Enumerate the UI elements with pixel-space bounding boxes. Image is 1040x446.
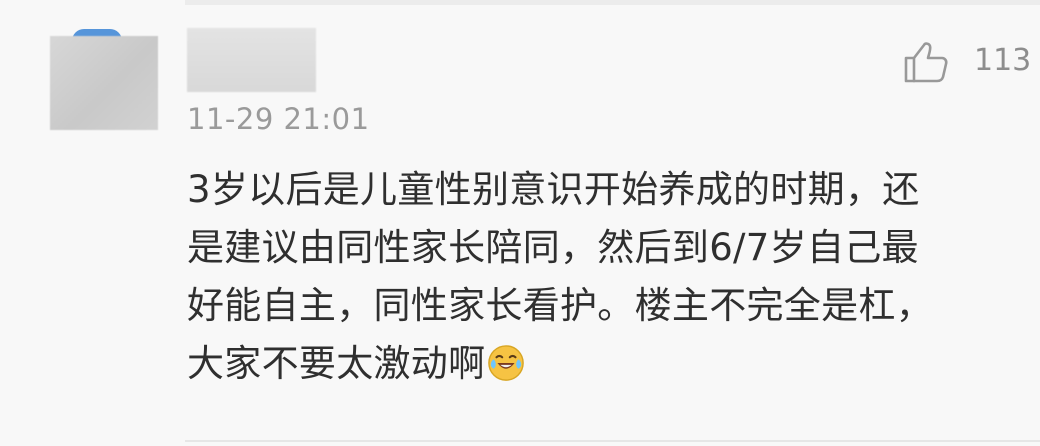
comment-line-1: 3岁以后是儿童性别意识开始养成的时期，还	[187, 168, 920, 211]
comment-body: 3岁以后是儿童性别意识开始养成的时期，还 是建议由同性家长陪同，然后到6/7岁自…	[187, 161, 1027, 393]
avatar[interactable]	[50, 36, 158, 130]
like-button[interactable]: 113	[902, 38, 1031, 86]
like-count: 113	[974, 43, 1032, 78]
comment-line-4: 大家不要太激动啊	[187, 335, 1027, 393]
comment-line-2: 是建议由同性家长陪同，然后到6/7岁自己最	[187, 226, 919, 269]
username[interactable]	[187, 28, 316, 92]
thumb-up-icon[interactable]	[902, 39, 950, 85]
comment-timestamp: 11-29 21:01	[187, 102, 370, 136]
comment-line-4-text: 大家不要太激动啊	[187, 342, 486, 385]
comment-line-3: 好能自主，同性家长看护。楼主不完全是杠，	[187, 284, 933, 327]
bottom-divider	[185, 440, 1040, 442]
laughing-crying-emoji-icon	[488, 345, 525, 381]
comment-card: 11-29 21:01 113 3岁以后是儿童性别意识开始养成的时期，还 是建议…	[0, 0, 1040, 446]
